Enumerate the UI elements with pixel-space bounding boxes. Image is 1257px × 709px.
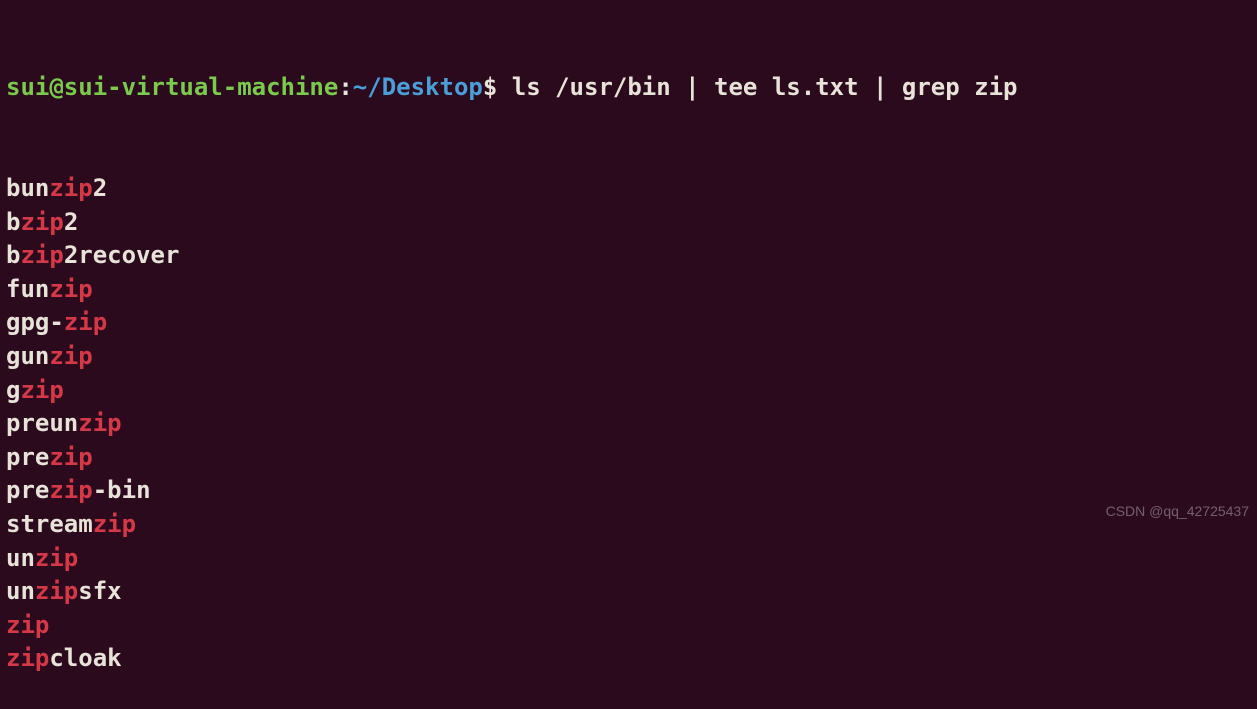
- text-segment: -bin: [93, 476, 151, 504]
- text-segment: un: [6, 577, 35, 605]
- text-segment: preun: [6, 409, 78, 437]
- output-line: funzip: [6, 273, 1251, 307]
- text-segment: gpg-: [6, 308, 64, 336]
- grep-match: zip: [6, 611, 49, 639]
- text-segment: pre: [6, 443, 49, 471]
- text-segment: b: [6, 208, 20, 236]
- text-segment: fun: [6, 275, 49, 303]
- text-segment: sfx: [78, 577, 121, 605]
- grep-match: zip: [49, 342, 92, 370]
- text-segment: 2: [93, 174, 107, 202]
- output-line: prezip: [6, 441, 1251, 475]
- prompt-user-host: sui@sui-virtual-machine: [6, 73, 338, 101]
- output-line: bzip2: [6, 206, 1251, 240]
- grep-match: zip: [49, 174, 92, 202]
- grep-match: zip: [49, 275, 92, 303]
- output-line: gunzip: [6, 340, 1251, 374]
- prompt-separator: :: [338, 73, 352, 101]
- text-segment: cloak: [49, 644, 121, 672]
- text-segment: 2: [64, 208, 78, 236]
- command-text: ls /usr/bin | tee ls.txt | grep zip: [497, 73, 1017, 101]
- grep-match: zip: [49, 476, 92, 504]
- text-segment: bun: [6, 174, 49, 202]
- grep-match: zip: [35, 544, 78, 572]
- output-line: gpg-zip: [6, 306, 1251, 340]
- output-line: zipcloak: [6, 642, 1251, 676]
- grep-match: zip: [35, 577, 78, 605]
- text-segment: b: [6, 241, 20, 269]
- output-line: prezip-bin: [6, 474, 1251, 508]
- output-line: streamzip: [6, 508, 1251, 542]
- grep-match: zip: [64, 308, 107, 336]
- output-line: bunzip2: [6, 172, 1251, 206]
- prompt-line[interactable]: sui@sui-virtual-machine:~/Desktop$ ls /u…: [6, 71, 1251, 105]
- output-line: unzipsfx: [6, 575, 1251, 609]
- grep-match: zip: [20, 376, 63, 404]
- output-line: gzip: [6, 374, 1251, 408]
- text-segment: gun: [6, 342, 49, 370]
- grep-match: zip: [20, 208, 63, 236]
- prompt-path: ~/Desktop: [353, 73, 483, 101]
- text-segment: 2recover: [64, 241, 180, 269]
- output-line: bzip2recover: [6, 239, 1251, 273]
- grep-match: zip: [20, 241, 63, 269]
- watermark: CSDN @qq_42725437: [1106, 502, 1249, 522]
- grep-match: zip: [6, 644, 49, 672]
- output-line: zip: [6, 609, 1251, 643]
- text-segment: pre: [6, 476, 49, 504]
- text-segment: un: [6, 544, 35, 572]
- grep-match: zip: [78, 409, 121, 437]
- output-line: preunzip: [6, 407, 1251, 441]
- prompt-dollar: $: [483, 73, 497, 101]
- terminal-output[interactable]: sui@sui-virtual-machine:~/Desktop$ ls /u…: [6, 4, 1251, 709]
- grep-match: zip: [49, 443, 92, 471]
- text-segment: g: [6, 376, 20, 404]
- output-lines-container: bunzip2bzip2bzip2recoverfunzipgpg-zipgun…: [6, 172, 1251, 676]
- output-line: unzip: [6, 542, 1251, 576]
